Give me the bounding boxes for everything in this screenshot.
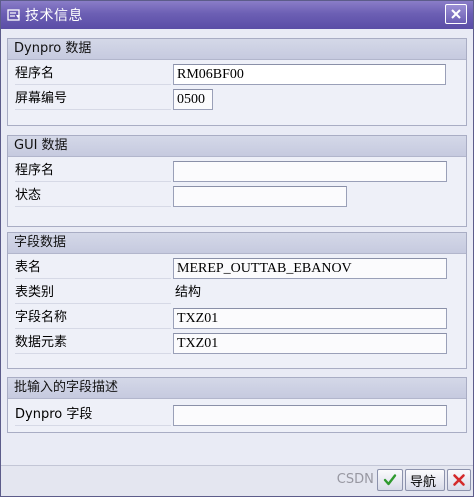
dynpro-field-row: Dynpro 字段 [8, 404, 466, 426]
focus-corner [174, 79, 179, 84]
navigation-label: 导航 [410, 474, 437, 490]
close-button[interactable] [445, 4, 467, 24]
dynpro-screen-label: 屏幕编号 [15, 88, 171, 110]
close-icon [451, 9, 461, 19]
dynpro-screen-row: 屏幕编号 0500 [8, 88, 466, 110]
table-type-label: 表类别 [15, 282, 171, 304]
gui-data-header: GUI 数据 [8, 136, 466, 157]
technical-info-dialog: 技术信息 Dynpro 数据 程序名 RM06BF00 屏幕编号 0500 GU… [0, 0, 474, 497]
dynpro-program-value: RM06BF00 [177, 67, 244, 82]
gui-status-field[interactable] [173, 186, 347, 207]
dynpro-data-group: Dynpro 数据 程序名 RM06BF00 屏幕编号 0500 [7, 38, 467, 126]
field-data-header: 字段数据 [8, 233, 466, 254]
checkmark-icon [383, 474, 397, 486]
gui-status-label: 状态 [15, 185, 171, 207]
dynpro-program-row: 程序名 RM06BF00 [8, 63, 466, 85]
dynpro-program-label: 程序名 [15, 63, 171, 85]
focus-corner [440, 79, 445, 84]
data-element-value: TXZ01 [177, 336, 219, 351]
dynpro-data-header: Dynpro 数据 [8, 39, 466, 60]
batch-input-group: 批输入的字段描述 Dynpro 字段 [7, 377, 467, 433]
gui-program-row: 程序名 [8, 160, 466, 182]
table-name-row: 表名 MEREP_OUTTAB_EBANOV [8, 257, 466, 279]
info-window-icon [7, 8, 21, 22]
field-name-label: 字段名称 [15, 307, 171, 329]
data-element-row: 数据元素 TXZ01 [8, 332, 466, 354]
gui-program-field[interactable] [173, 161, 447, 182]
data-element-label: 数据元素 [15, 332, 171, 354]
field-name-field[interactable]: TXZ01 [173, 308, 447, 329]
table-type-value: 结构 [175, 285, 202, 300]
dynpro-program-field[interactable]: RM06BF00 [173, 64, 446, 85]
table-name-label: 表名 [15, 257, 171, 279]
cancel-button[interactable] [447, 469, 471, 491]
gui-status-row: 状态 [8, 185, 466, 207]
dynpro-screen-field[interactable]: 0500 [173, 89, 213, 110]
table-type-row: 表类别 结构 [8, 282, 466, 304]
field-name-row: 字段名称 TXZ01 [8, 307, 466, 329]
dialog-footer: CSDN @ 导航 [1, 465, 473, 496]
table-name-value: MEREP_OUTTAB_EBANOV [177, 261, 352, 276]
navigation-button[interactable]: 导航 [405, 469, 445, 491]
title-bar[interactable]: 技术信息 [1, 1, 473, 29]
dynpro-field-field[interactable] [173, 405, 447, 426]
focus-corner [174, 65, 179, 70]
field-name-value: TXZ01 [177, 311, 219, 326]
dynpro-screen-value: 0500 [177, 92, 205, 107]
cancel-icon [453, 474, 465, 486]
batch-input-header: 批输入的字段描述 [8, 378, 466, 399]
data-element-field[interactable]: TXZ01 [173, 333, 447, 354]
focus-corner [440, 65, 445, 70]
confirm-button[interactable] [377, 469, 403, 491]
table-name-field[interactable]: MEREP_OUTTAB_EBANOV [173, 258, 447, 279]
dialog-title: 技术信息 [25, 8, 83, 24]
gui-data-group: GUI 数据 程序名 状态 [7, 135, 467, 227]
dynpro-field-label: Dynpro 字段 [15, 404, 171, 426]
field-data-group: 字段数据 表名 MEREP_OUTTAB_EBANOV 表类别 结构 字段名称 … [7, 232, 467, 369]
gui-program-label: 程序名 [15, 160, 171, 182]
